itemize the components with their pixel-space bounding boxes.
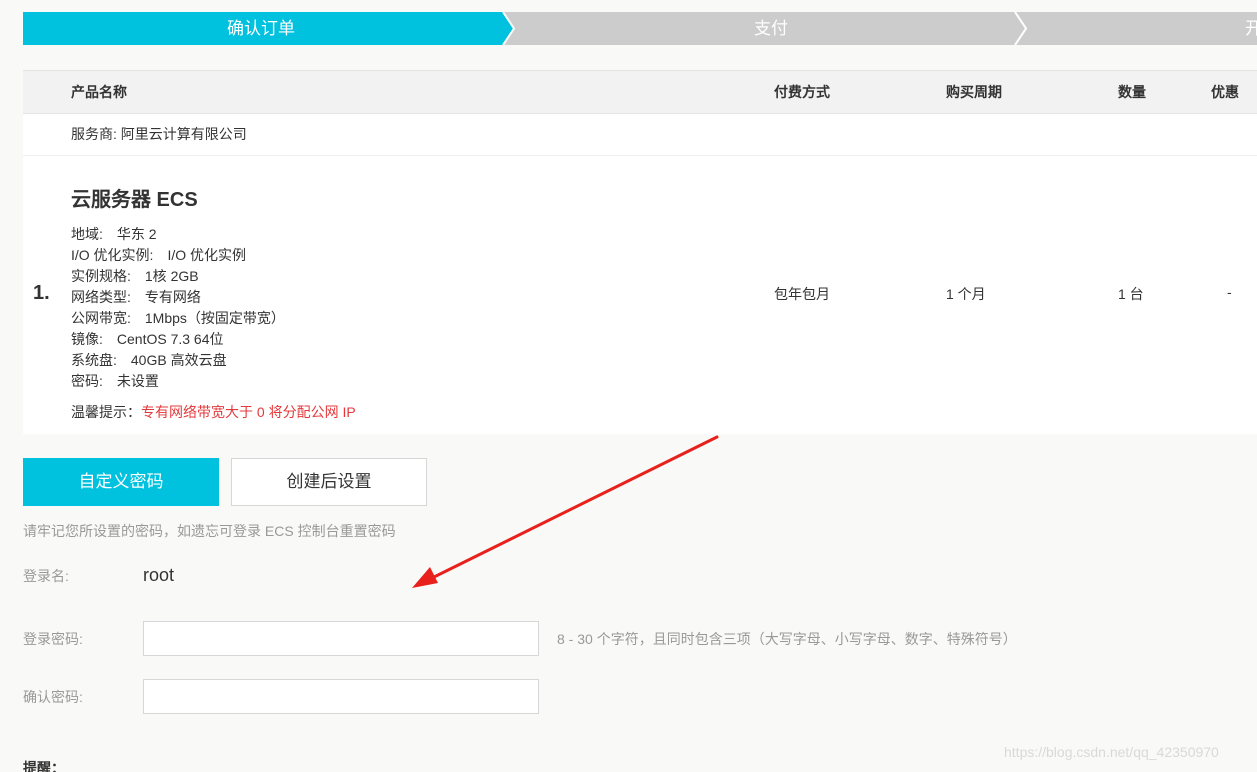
step-confirm-order: 确认订单 bbox=[227, 19, 295, 38]
row-index: 1. bbox=[33, 282, 50, 304]
set-after-creation-button[interactable]: 创建后设置 bbox=[231, 458, 427, 506]
product-specs: 地域: 华东 2 I/O 优化实例: I/O 优化实例 实例规格: 1核 2GB 网络… bbox=[71, 224, 285, 392]
header-discount: 优惠 bbox=[1211, 84, 1239, 100]
header-payment: 付费方式 bbox=[774, 84, 830, 100]
steps-background bbox=[23, 12, 1257, 45]
spec-network-type: 网络类型: 专有网络 bbox=[71, 289, 201, 305]
tip-label: 温馨提示： bbox=[71, 404, 141, 420]
order-steps: 确认订单 支付 开 bbox=[23, 12, 1257, 45]
spec-instance-type: 实例规格: 1核 2GB bbox=[71, 268, 199, 284]
provider-name: 服务商: 阿里云计算有限公司 bbox=[71, 126, 247, 142]
tip-warning: 专有网络带宽大于 0 将分配公网 IP bbox=[141, 404, 356, 420]
login-name-value: root bbox=[143, 565, 175, 585]
cell-discount: - bbox=[1227, 284, 1232, 300]
login-password-label: 登录密码: bbox=[23, 631, 83, 647]
table-header: 产品名称 付费方式 购买周期 数量 优惠 bbox=[23, 70, 1257, 114]
order-table: 产品名称 付费方式 购买周期 数量 优惠 服务商: 阿里云计算有限公司 1. 云… bbox=[23, 70, 1257, 434]
order-confirmation-page: 确认订单 支付 开 产品名称 付费方式 购买周期 数量 优惠 服务商: 阿里云计… bbox=[0, 0, 1257, 772]
product-title: 云服务器 ECS bbox=[71, 189, 198, 211]
header-period: 购买周期 bbox=[946, 84, 1002, 100]
spec-system-disk: 系统盘: 40GB 高效云盘 bbox=[71, 352, 227, 368]
watermark: https://blog.csdn.net/qq_42350970 bbox=[1004, 744, 1219, 760]
login-password-input[interactable] bbox=[143, 621, 539, 656]
password-hint: 请牢记您所设置的密码，如遗忘可登录 ECS 控制台重置密码 bbox=[23, 523, 396, 539]
spec-password: 密码: 未设置 bbox=[71, 373, 159, 389]
confirm-password-label: 确认密码: bbox=[23, 689, 83, 705]
cell-payment: 包年包月 bbox=[774, 286, 830, 302]
remind-heading: 提醒： bbox=[23, 760, 65, 772]
network-tip: 温馨提示：专有网络带宽大于 0 将分配公网 IP bbox=[71, 402, 356, 422]
table-row: 1. 云服务器 ECS 地域: 华东 2 I/O 优化实例: I/O 优化实例 实例… bbox=[23, 156, 1257, 434]
provider-row: 服务商: 阿里云计算有限公司 bbox=[23, 114, 1257, 156]
spec-image: 镜像: CentOS 7.3 64位 bbox=[71, 331, 224, 347]
cell-quantity: 1 台 bbox=[1118, 286, 1144, 302]
step-open: 开 bbox=[1245, 19, 1257, 38]
step-shape-open bbox=[1015, 12, 1257, 45]
header-quantity: 数量 bbox=[1118, 84, 1146, 100]
custom-password-button[interactable]: 自定义密码 bbox=[23, 458, 219, 506]
spec-io-optimized: I/O 优化实例: I/O 优化实例 bbox=[71, 247, 247, 263]
confirm-password-input[interactable] bbox=[143, 679, 539, 714]
spec-region: 地域: 华东 2 bbox=[71, 226, 157, 242]
login-name-label: 登录名: bbox=[23, 568, 69, 584]
header-product: 产品名称 bbox=[71, 84, 127, 100]
step-pay: 支付 bbox=[754, 19, 788, 38]
spec-bandwidth: 公网带宽: 1Mbps（按固定带宽） bbox=[71, 310, 285, 326]
password-rule: 8 - 30 个字符，且同时包含三项（大写字母、小写字母、数字、特殊符号） bbox=[557, 631, 1017, 647]
cell-period: 1 个月 bbox=[946, 286, 986, 302]
